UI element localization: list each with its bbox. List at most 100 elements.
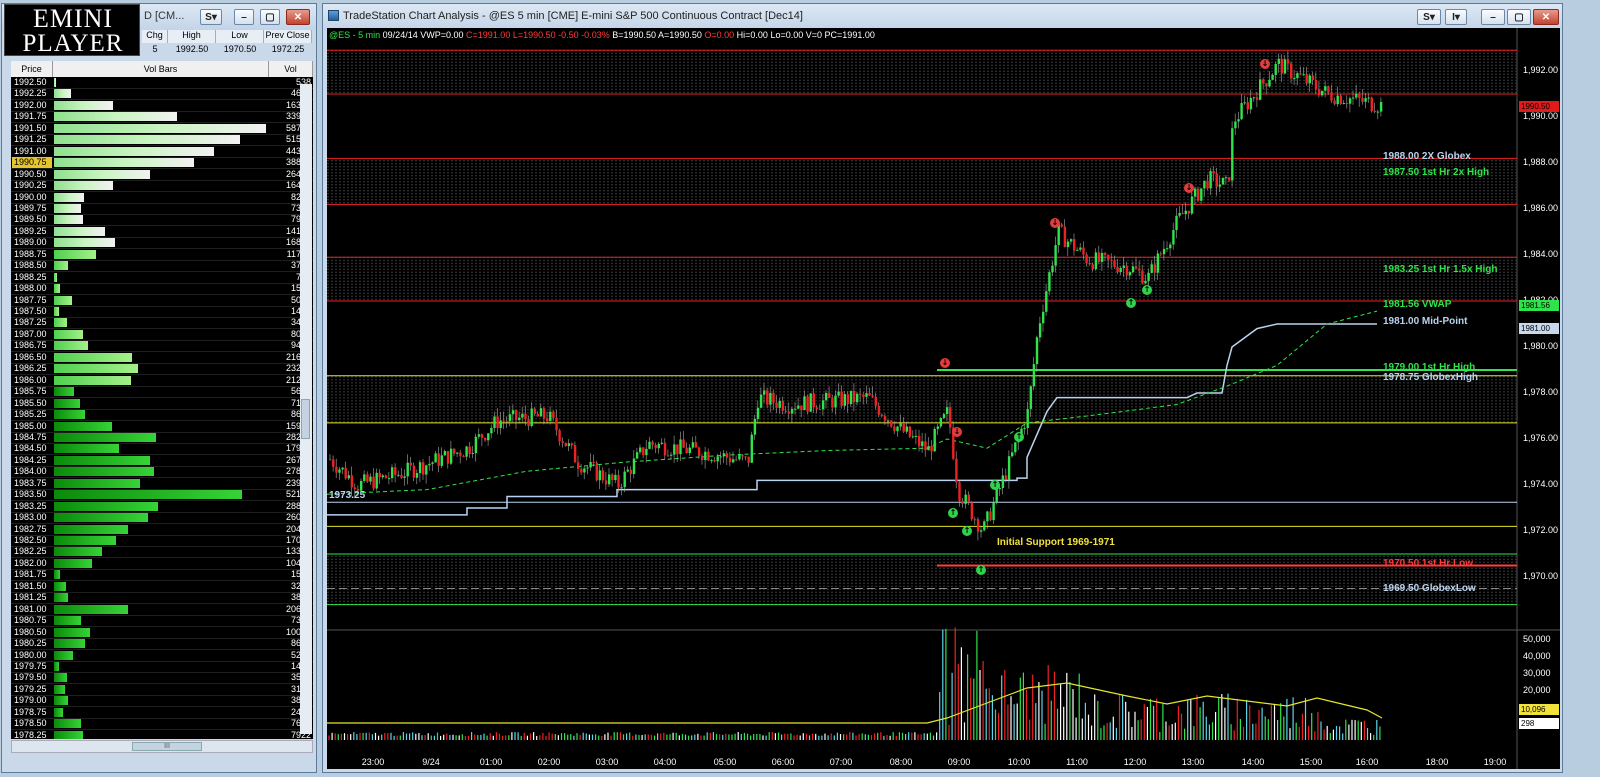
ladder-row[interactable]: 1989.507904 — [11, 214, 313, 227]
candle-body — [453, 448, 456, 454]
ladder-row[interactable]: 1991.75 33970 — [11, 111, 313, 124]
ladder-row[interactable]: 1989.25 14135 — [11, 225, 313, 238]
ladder-row[interactable]: 1985.258653 — [11, 409, 313, 422]
ladder-row[interactable]: 1983.50 52161 — [11, 489, 313, 502]
ladder-row[interactable]: 1991.25 51505 — [11, 134, 313, 147]
ladder-row[interactable]: 1979.751464 — [11, 661, 313, 673]
info-button[interactable]: I ▾ — [1445, 9, 1467, 25]
scroll-thumb[interactable] — [301, 399, 310, 439]
ladder-row[interactable]: 1991.00 44313 — [11, 146, 313, 158]
ladder-row[interactable]: 1986.50 21642 — [11, 352, 313, 364]
candle-body — [505, 420, 509, 422]
candle-body — [1026, 408, 1029, 428]
chart-titlebar[interactable]: TradeStation Chart Analysis - @ES 5 min … — [323, 4, 1562, 30]
ladder-row[interactable]: 1980.005265 — [11, 650, 313, 662]
ladder-row[interactable]: 1982.75 20427 — [11, 524, 313, 536]
candle-body — [1166, 248, 1169, 250]
ladder-row[interactable]: 1988.25794 — [11, 272, 313, 284]
ladder-row[interactable]: 1986.759421 — [11, 340, 313, 353]
ladder-row[interactable]: 1984.50 17920 — [11, 443, 313, 456]
buy-signal-icon: ↑ — [1014, 431, 1024, 442]
ladder-row[interactable]: 1979.253105 — [11, 684, 313, 696]
ladder-row[interactable]: 1981.503228 — [11, 581, 313, 593]
ladder-row[interactable]: 1987.755017 — [11, 294, 313, 307]
ladder-row[interactable]: 1980.757352 — [11, 615, 313, 628]
ladder-row[interactable]: 1989.757383 — [11, 203, 313, 215]
ladder-row[interactable]: 1979.003836 — [11, 695, 313, 708]
vertical-scrollbar[interactable] — [300, 84, 312, 734]
vol-column-header[interactable]: Vol — [269, 61, 313, 77]
ladder-row[interactable]: 1978.752402 — [11, 707, 313, 719]
maximize-button[interactable]: ▢ — [260, 9, 280, 25]
ladder-row[interactable]: 1980.50 10038 — [11, 627, 313, 639]
candle-body — [1376, 111, 1380, 113]
candle-body — [1221, 177, 1225, 185]
chart-maximize-button[interactable]: ▢ — [1507, 9, 1531, 25]
ladder-row[interactable]: 1978.25 7922 — [11, 730, 313, 739]
buy-signal-icon: ↑ — [1142, 284, 1152, 295]
ladder-row[interactable]: 1987.253474 — [11, 317, 313, 330]
symbol-link-button[interactable]: S ▾ — [1417, 9, 1441, 25]
candle-body — [1175, 215, 1178, 231]
ladder-row[interactable]: 1982.50 17071 — [11, 535, 313, 547]
ladder-row[interactable]: 1992.50 538 — [11, 77, 313, 89]
ladder-row[interactable]: 1985.507127 — [11, 398, 313, 410]
ladder-price: 1983.00 — [14, 512, 47, 523]
candle-body — [1321, 90, 1324, 96]
ladder-row[interactable]: 1990.50 26480 — [11, 169, 313, 181]
ladder-row[interactable]: 1981.751564 — [11, 569, 313, 582]
candle-body — [1110, 259, 1113, 261]
level-label: Initial Support 1969-1971 — [997, 536, 1115, 548]
volume-bar — [54, 352, 133, 362]
ladder-row[interactable]: 1992.254670 — [11, 88, 313, 101]
ladder-price: 1978.25 — [14, 729, 47, 739]
ladder-row[interactable]: 1984.25 26723 — [11, 455, 313, 467]
ladder-row[interactable]: 1979.503517 — [11, 672, 313, 685]
price-column-header[interactable]: Price — [11, 61, 53, 77]
price-chart[interactable]: @ES - 5 min 09/24/14 VWP=0.00 C=1991.00 … — [327, 28, 1560, 769]
ladder-row[interactable]: 1982.25 13374 — [11, 546, 313, 559]
symbol-menu-button[interactable]: S ▾ — [200, 9, 222, 25]
ladder-row[interactable]: 1981.00 20618 — [11, 604, 313, 616]
ladder-row[interactable]: 1988.75 11703 — [11, 249, 313, 261]
ladder-row[interactable]: 1983.00 26088 — [11, 512, 313, 525]
minimize-button[interactable]: – — [234, 9, 254, 25]
ladder-row[interactable]: 1983.25 28843 — [11, 500, 313, 513]
ladder-row[interactable]: 1981.253877 — [11, 592, 313, 605]
ladder-row[interactable]: 1989.00 16809 — [11, 237, 313, 250]
chart-canvas[interactable] — [327, 28, 1560, 769]
ladder-row[interactable]: 1986.25 23272 — [11, 363, 313, 376]
candle-body — [871, 395, 874, 397]
ladder-row[interactable]: 1992.00 16362 — [11, 100, 313, 112]
horizontal-scrollbar[interactable]: III — [11, 740, 313, 753]
ladder-row[interactable]: 1990.008214 — [11, 192, 313, 204]
ladder-row[interactable]: 1982.00 10437 — [11, 558, 313, 570]
hscroll-thumb[interactable]: III — [132, 742, 202, 751]
chart-close-button[interactable]: ✕ — [1533, 9, 1559, 25]
ladder-row[interactable]: 1988.503768 — [11, 260, 313, 273]
ladder-row[interactable]: 1978.507616 — [11, 718, 313, 731]
chart-minimize-button[interactable]: – — [1481, 9, 1505, 25]
ladder-row[interactable]: 1988.001536 — [11, 283, 313, 296]
ladder-row[interactable]: 1983.75 23900 — [11, 478, 313, 490]
volume-bar — [54, 318, 67, 328]
ladder-row[interactable]: 1990.75 38847 — [11, 157, 313, 170]
ladder-price: 1983.25 — [14, 500, 47, 511]
ladder-row[interactable]: 1987.501443 — [11, 306, 313, 318]
ladder-price: 1989.25 — [14, 225, 47, 236]
ladder-price: 1987.75 — [14, 294, 47, 305]
ladder-row[interactable]: 1980.258696 — [11, 638, 313, 651]
volume-bar — [54, 146, 214, 156]
ladder-row[interactable]: 1984.75 28278 — [11, 432, 313, 444]
ladder-row[interactable]: 1991.50 58740 — [11, 123, 313, 135]
ladder-row[interactable]: 1985.755659 — [11, 386, 313, 399]
volbars-column-header[interactable]: Vol Bars — [53, 61, 269, 77]
ladder-row[interactable]: 1984.00 27821 — [11, 466, 313, 479]
candle-body — [973, 519, 977, 521]
candle-body — [890, 420, 893, 427]
ladder-row[interactable]: 1986.00 21215 — [11, 375, 313, 387]
ladder-row[interactable]: 1987.008065 — [11, 329, 313, 341]
ladder-row[interactable]: 1985.00 15951 — [11, 421, 313, 433]
close-button[interactable]: ✕ — [286, 9, 310, 25]
ladder-row[interactable]: 1990.25 16406 — [11, 180, 313, 193]
